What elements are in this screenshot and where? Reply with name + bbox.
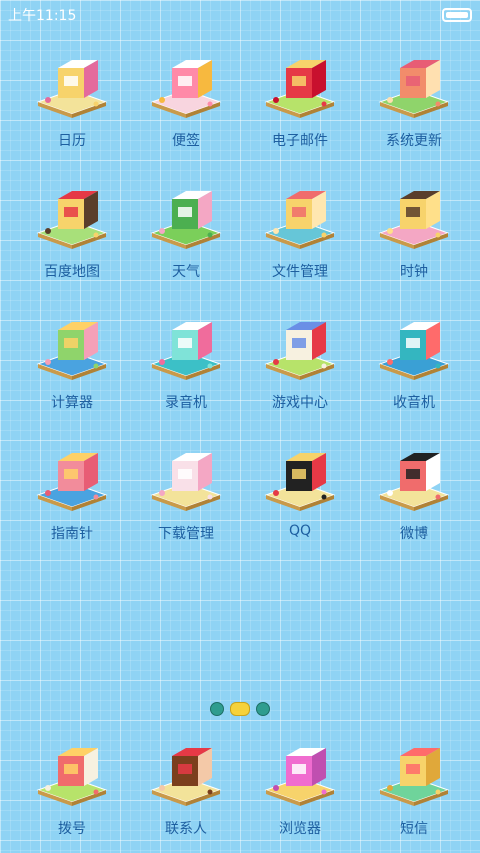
app-bunny[interactable]: 下载管理 bbox=[126, 433, 246, 553]
app-label: 指南针 bbox=[51, 526, 93, 542]
browser-icon bbox=[264, 734, 336, 806]
dock-contact-girl[interactable]: 联系人 bbox=[126, 728, 246, 848]
dock-browser[interactable]: 浏览器 bbox=[240, 728, 360, 848]
page-indicator bbox=[0, 698, 480, 718]
app-label: 游戏中心 bbox=[272, 395, 328, 411]
app-notes[interactable]: 便签 bbox=[126, 40, 246, 160]
app-recorder[interactable]: 录音机 bbox=[126, 302, 246, 422]
app-map-pin[interactable]: 百度地图 bbox=[12, 171, 132, 291]
app-label: 文件管理 bbox=[272, 264, 328, 280]
weather-hill-icon bbox=[150, 177, 222, 249]
recorder-icon bbox=[150, 308, 222, 380]
app-label: 系统更新 bbox=[386, 133, 442, 149]
calendar-icon bbox=[36, 46, 108, 118]
mushroom-house-icon bbox=[378, 46, 450, 118]
page-dot[interactable] bbox=[230, 702, 250, 716]
app-radio[interactable]: 收音机 bbox=[354, 302, 474, 422]
app-label: 联系人 bbox=[165, 821, 207, 837]
app-label: 天气 bbox=[172, 264, 200, 280]
app-mushroom-house[interactable]: 系统更新 bbox=[354, 40, 474, 160]
dock-phone[interactable]: 拨号 bbox=[12, 728, 132, 848]
app-label: 计算器 bbox=[51, 395, 93, 411]
app-file-box[interactable]: 文件管理 bbox=[240, 171, 360, 291]
app-compass-bird[interactable]: 指南针 bbox=[12, 433, 132, 553]
app-label: 便签 bbox=[172, 133, 200, 149]
dock-message[interactable]: 短信 bbox=[354, 728, 474, 848]
app-label: 百度地图 bbox=[44, 264, 100, 280]
file-box-icon bbox=[264, 177, 336, 249]
app-mailbox[interactable]: 电子邮件 bbox=[240, 40, 360, 160]
weibo-eye-icon bbox=[378, 439, 450, 511]
app-clock[interactable]: 时钟 bbox=[354, 171, 474, 291]
app-weather-hill[interactable]: 天气 bbox=[126, 171, 246, 291]
map-pin-icon bbox=[36, 177, 108, 249]
radio-icon bbox=[378, 308, 450, 380]
status-bar: 上午11:15 bbox=[0, 0, 480, 28]
status-time: 上午11:15 bbox=[8, 8, 77, 24]
clock-icon bbox=[378, 177, 450, 249]
app-label: 电子邮件 bbox=[272, 133, 328, 149]
notes-icon bbox=[150, 46, 222, 118]
app-label: QQ bbox=[288, 523, 312, 539]
castle-icon bbox=[264, 308, 336, 380]
page-dot[interactable] bbox=[210, 702, 224, 716]
app-label: 浏览器 bbox=[279, 821, 321, 837]
app-label: 时钟 bbox=[400, 264, 428, 280]
app-label: 拨号 bbox=[58, 821, 86, 837]
app-penguin[interactable]: QQ bbox=[240, 433, 360, 553]
app-label: 日历 bbox=[58, 133, 86, 149]
page-dot[interactable] bbox=[256, 702, 270, 716]
bunny-icon bbox=[150, 439, 222, 511]
contact-girl-icon bbox=[150, 734, 222, 806]
battery-icon bbox=[442, 8, 472, 22]
app-label: 录音机 bbox=[165, 395, 207, 411]
penguin-icon bbox=[264, 439, 336, 511]
phone-icon bbox=[36, 734, 108, 806]
app-label: 微博 bbox=[400, 526, 428, 542]
app-label: 短信 bbox=[400, 821, 428, 837]
compass-bird-icon bbox=[36, 439, 108, 511]
app-calculator[interactable]: 计算器 bbox=[12, 302, 132, 422]
app-calendar[interactable]: 日历 bbox=[12, 40, 132, 160]
app-label: 收音机 bbox=[393, 395, 435, 411]
app-label: 下载管理 bbox=[158, 526, 214, 542]
app-castle[interactable]: 游戏中心 bbox=[240, 302, 360, 422]
calculator-icon bbox=[36, 308, 108, 380]
mailbox-icon bbox=[264, 46, 336, 118]
app-weibo-eye[interactable]: 微博 bbox=[354, 433, 474, 553]
dock: 拨号 联系人 浏览器 短信 bbox=[0, 728, 480, 853]
message-icon bbox=[378, 734, 450, 806]
